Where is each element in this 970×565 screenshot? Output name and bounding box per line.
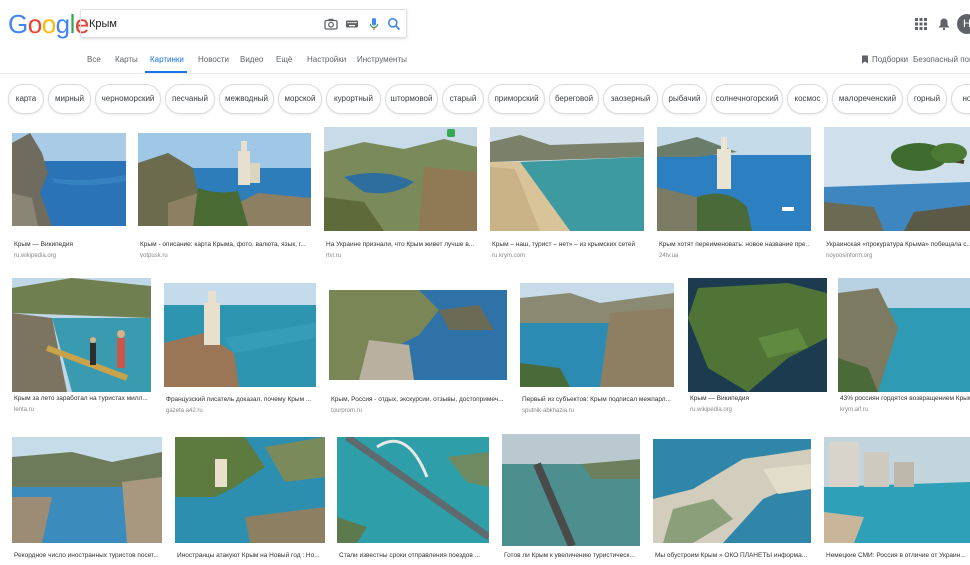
search-box[interactable] xyxy=(80,9,407,38)
account-avatar[interactable]: Н xyxy=(957,14,970,34)
search-tabs: Все Карты Картинки Новости Видео Ещё Нас… xyxy=(0,46,970,74)
result-title[interactable]: Французский писатель доказал, почему Кры… xyxy=(166,396,316,403)
result-thumbnail[interactable] xyxy=(653,439,811,543)
tab-maps[interactable]: Карты xyxy=(115,55,138,64)
active-tab-indicator xyxy=(145,71,187,73)
result-thumbnail[interactable] xyxy=(12,278,151,392)
chip[interactable]: межводный xyxy=(219,84,274,114)
result-title[interactable]: Крым, Россия - отдых, экскурсии, отзывы,… xyxy=(331,396,507,403)
chip[interactable]: береговой xyxy=(549,84,599,114)
result-thumbnail[interactable] xyxy=(138,133,311,226)
result-thumbnail[interactable] xyxy=(12,437,162,543)
result-title[interactable]: Мы обустроим Крым » ОКО ПЛАНЕТЫ информа.… xyxy=(655,552,811,559)
chip[interactable]: морской xyxy=(278,84,322,114)
search-input[interactable] xyxy=(89,15,309,33)
result-thumbnail[interactable] xyxy=(337,437,489,543)
result-title[interactable]: Рекордное число иностранных туристов пос… xyxy=(14,552,162,559)
logo-letter: o xyxy=(41,9,56,39)
chip[interactable]: карта xyxy=(8,84,44,114)
result-source: votpusk.ru xyxy=(140,253,168,259)
collections-link[interactable]: Подборки xyxy=(872,55,908,64)
microphone-icon[interactable] xyxy=(367,17,381,31)
result-source: ru.krym.com xyxy=(492,253,525,259)
license-badge xyxy=(447,129,455,137)
safesearch-link[interactable]: Безопасный поиск xyxy=(913,55,970,64)
result-thumbnail[interactable] xyxy=(490,127,644,231)
google-logo[interactable]: Google xyxy=(8,10,89,38)
top-bar: Google Н xyxy=(0,0,970,50)
result-title[interactable]: Крым — Википедия xyxy=(14,241,126,248)
chip[interactable]: черноморский xyxy=(95,84,161,114)
chip[interactable]: малореченский xyxy=(832,84,903,114)
chip[interactable]: песчаный xyxy=(165,84,215,114)
result-thumbnail[interactable] xyxy=(175,437,325,543)
logo-letter: G xyxy=(8,9,28,39)
result-thumbnail[interactable] xyxy=(657,127,811,231)
result-thumbnail[interactable] xyxy=(324,127,477,231)
tab-all[interactable]: Все xyxy=(87,55,101,64)
result-title[interactable]: Готов ли Крым к увеличению туристическ..… xyxy=(504,552,640,559)
result-title[interactable]: Крым - описание: карта Крыма, фото, валю… xyxy=(140,241,310,248)
search-icon[interactable] xyxy=(387,17,401,31)
result-thumbnail[interactable] xyxy=(824,437,970,543)
result-title[interactable]: На Украине признали, что Крым живет лучш… xyxy=(326,241,476,248)
result-source: gazeta a42.ru xyxy=(166,408,203,414)
result-title[interactable]: Иностранцы атакуют Крым на Новый год : Н… xyxy=(177,552,325,559)
logo-letter: o xyxy=(27,9,42,39)
result-source: 24tv.ua xyxy=(659,253,679,259)
result-title[interactable]: 43% россиян гордятся возвращением Крыма xyxy=(840,395,970,402)
chip[interactable]: космос xyxy=(787,84,828,114)
chip[interactable]: приморский xyxy=(488,84,545,114)
tab-tools[interactable]: Инструменты xyxy=(357,55,407,64)
result-thumbnail[interactable] xyxy=(824,127,970,231)
result-source: ru.wikipedia.org xyxy=(690,407,733,413)
result-source: sputnik-abkhazia.ru xyxy=(522,408,575,414)
result-thumbnail[interactable] xyxy=(838,278,970,392)
result-thumbnail[interactable] xyxy=(502,434,640,546)
chip[interactable]: рыбачий xyxy=(662,84,707,114)
tab-more[interactable]: Ещё xyxy=(276,55,292,64)
chip[interactable]: мирный xyxy=(48,84,91,114)
result-title[interactable]: Крым — Википедия xyxy=(690,395,827,402)
result-title[interactable]: Крым – наш, турист – нет» – из крымских … xyxy=(492,241,642,248)
chip[interactable]: солнечногорский xyxy=(711,84,783,114)
collections-icon xyxy=(862,55,868,64)
result-thumbnail[interactable] xyxy=(688,278,827,392)
result-title[interactable]: Стали известны сроки отправления поездов… xyxy=(339,552,489,559)
result-source: rtvi.ru xyxy=(326,253,341,259)
notifications-icon[interactable] xyxy=(938,14,950,34)
related-search-chips: карта мирный черноморский песчаный межво… xyxy=(0,82,970,116)
result-source: lenta.ru xyxy=(14,407,35,413)
result-source: tourprom.ru xyxy=(331,408,363,414)
chip[interactable]: штормовой xyxy=(385,84,438,114)
result-source: noyoosinform.org xyxy=(826,253,873,259)
result-thumbnail[interactable] xyxy=(164,283,316,387)
result-source: krym.aif.ru xyxy=(840,407,869,413)
result-title[interactable]: Немецкие СМИ: Россия в отличие от Украин… xyxy=(826,552,970,559)
result-title[interactable]: Крым за лето заработал на туристах милл.… xyxy=(14,395,151,402)
tab-video[interactable]: Видео xyxy=(240,55,263,64)
tab-news[interactable]: Новости xyxy=(198,55,229,64)
chip[interactable]: курортный xyxy=(326,84,381,114)
result-title[interactable]: Крым хотят переименовать: новое название… xyxy=(659,241,809,248)
chip[interactable]: ночь xyxy=(951,84,970,114)
result-thumbnail[interactable] xyxy=(12,133,126,226)
apps-grid-icon[interactable] xyxy=(915,14,927,34)
chip[interactable]: горный xyxy=(907,84,947,114)
tab-settings[interactable]: Настройки xyxy=(307,55,346,64)
camera-icon[interactable] xyxy=(324,17,338,31)
result-title[interactable]: Первый из субъектов: Крым подписал межпа… xyxy=(522,396,674,403)
result-thumbnail[interactable] xyxy=(329,290,507,380)
result-title[interactable]: Украинская «прокуратура Крыма» побещала … xyxy=(826,241,970,248)
keyboard-icon[interactable] xyxy=(345,17,359,31)
result-thumbnail[interactable] xyxy=(520,283,674,387)
result-source: ru.wikipedia.org xyxy=(14,253,57,259)
chip[interactable]: старый xyxy=(442,84,484,114)
tab-images[interactable]: Картинки xyxy=(150,55,184,64)
logo-letter: g xyxy=(55,9,70,39)
chip[interactable]: заозерный xyxy=(603,84,658,114)
